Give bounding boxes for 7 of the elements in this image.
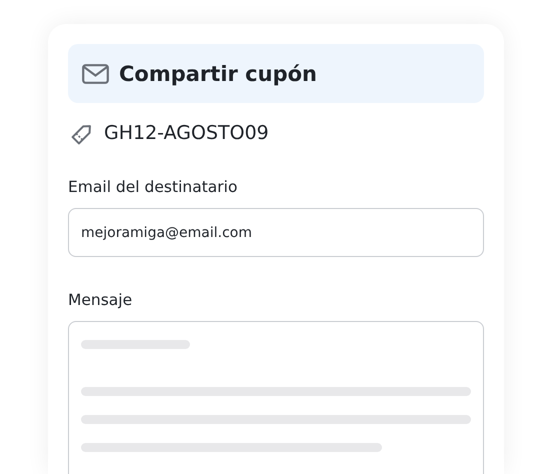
dialog-title: Compartir cupón — [119, 62, 317, 86]
mail-icon — [82, 64, 109, 84]
email-field[interactable]: mejoramiga@email.com — [68, 208, 484, 257]
message-label: Mensaje — [68, 291, 134, 309]
message-field[interactable] — [68, 321, 484, 474]
email-label: Email del destinatario — [68, 178, 238, 196]
coupon-code: GH12-AGOSTO09 — [104, 122, 269, 144]
